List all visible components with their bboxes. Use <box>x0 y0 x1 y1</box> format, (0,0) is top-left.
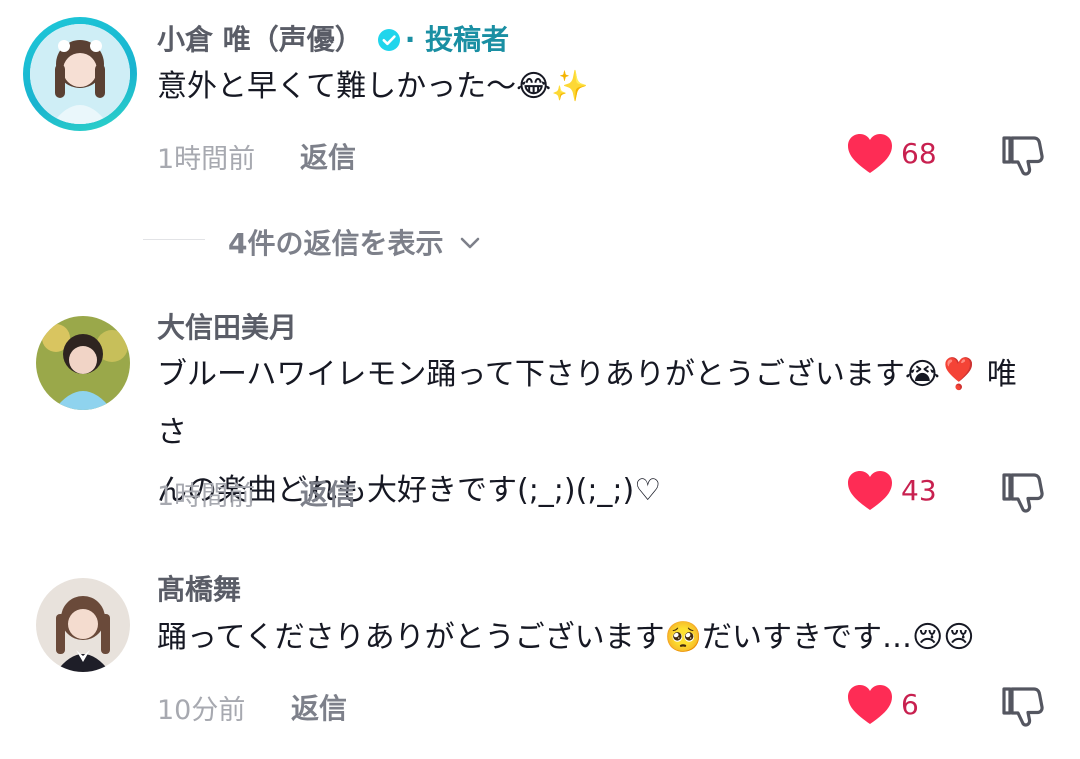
view-replies-label[interactable]: 4件の返信を表示 <box>228 227 443 260</box>
like-count: 6 <box>901 688 919 721</box>
comment-time: 1時間前 <box>157 481 256 512</box>
heart-icon[interactable] <box>847 684 893 726</box>
avatar-photo <box>30 24 130 124</box>
like-count: 43 <box>901 474 937 507</box>
reply-button[interactable]: 返信 <box>291 687 347 727</box>
replies-divider <box>143 239 205 240</box>
dislike-icon[interactable] <box>1001 469 1045 513</box>
author-tag: · 投稿者 <box>404 23 510 56</box>
comment-time: 10分前 <box>157 695 246 726</box>
avatar-photo <box>36 316 130 410</box>
avatar-ring[interactable] <box>23 17 137 131</box>
reply-button[interactable]: 返信 <box>300 136 356 176</box>
comment-text: 意外と早くて難しかった〜😂✨ <box>157 69 589 104</box>
username-text[interactable]: 小倉 唯（声優） <box>157 23 363 56</box>
reply-button[interactable]: 返信 <box>300 473 356 513</box>
dislike-icon[interactable] <box>1001 132 1045 176</box>
avatar[interactable] <box>36 578 130 672</box>
comment-username[interactable]: 大信田美月 <box>157 306 297 346</box>
heart-icon[interactable] <box>847 133 893 175</box>
comment-time: 1時間前 <box>157 144 256 175</box>
comment-username[interactable]: 髙橋舞 <box>157 568 241 608</box>
comment-text: 踊ってくださりありがとうございます🥺だいすきです…😢😢 <box>157 620 975 655</box>
verified-badge-icon <box>377 29 400 51</box>
avatar-photo <box>36 578 130 672</box>
heart-icon[interactable] <box>847 470 893 512</box>
dislike-icon[interactable] <box>1001 683 1045 727</box>
comment-text-line: ブルーハワイレモン踊って下さりありがとうございます😭❣️ 唯さ <box>157 357 1017 450</box>
chevron-down-icon <box>460 237 480 249</box>
comment-username[interactable]: 小倉 唯（声優） · 投稿者 <box>157 18 509 58</box>
view-replies-button[interactable]: 4件の返信を表示 <box>228 222 483 262</box>
avatar[interactable] <box>30 24 130 124</box>
like-count: 68 <box>901 137 937 170</box>
avatar[interactable] <box>36 316 130 410</box>
